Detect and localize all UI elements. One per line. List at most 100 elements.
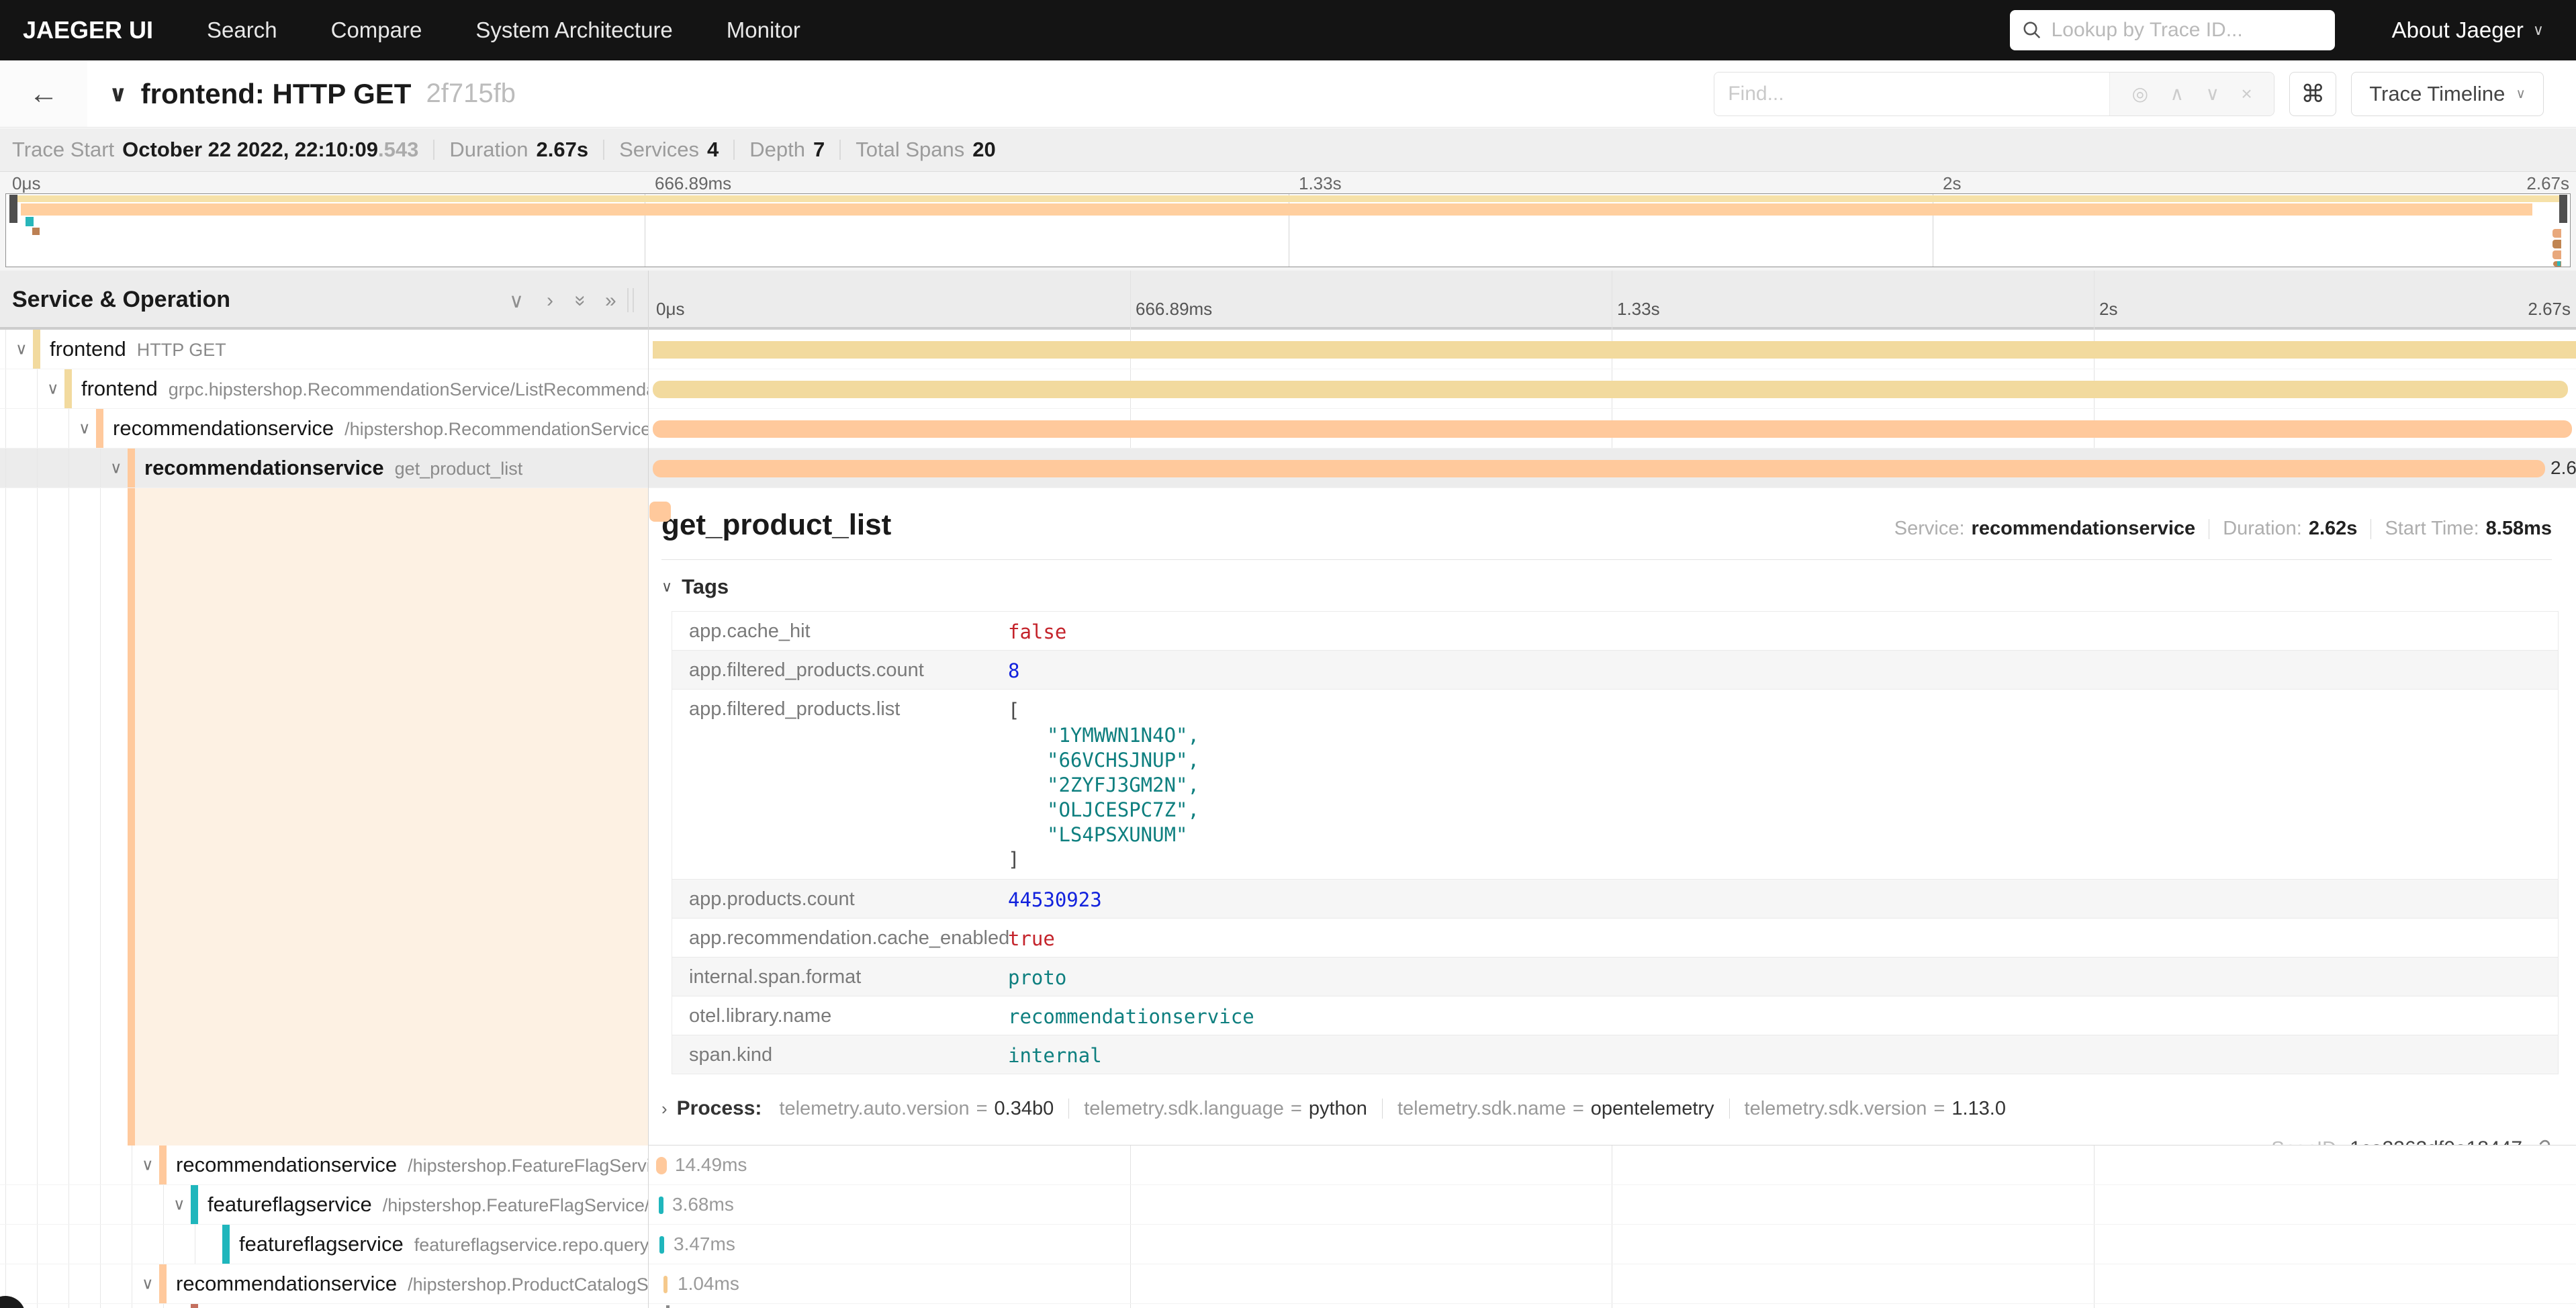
minimap-canvas[interactable] — [5, 193, 2571, 267]
nav-item-monitor[interactable]: Monitor — [727, 17, 800, 43]
span-row-featureflag-get[interactable]: ∨ featureflagservice /hipstershop.Featur… — [0, 1185, 2576, 1225]
find-input[interactable] — [1728, 83, 2096, 105]
span-duration-bar[interactable] — [659, 1197, 663, 1214]
back-arrow-icon: ← — [29, 77, 58, 111]
span-duration-bar[interactable] — [653, 341, 2576, 359]
tag-row: app.filtered_products.count 8 — [672, 650, 2558, 689]
app-brand[interactable]: JAEGER UI — [23, 16, 153, 44]
span-duration-bar[interactable] — [656, 1157, 667, 1174]
find-field[interactable] — [1714, 73, 2109, 115]
tag-value: 44530923 — [988, 880, 1102, 918]
back-button[interactable]: ← — [0, 60, 87, 127]
view-selector[interactable]: Trace Timeline ∨ — [2351, 72, 2544, 116]
clear-find-icon[interactable]: × — [2241, 83, 2252, 105]
span-duration-bar[interactable] — [653, 381, 2568, 398]
chevron-down-icon[interactable]: ∨ — [142, 1156, 154, 1175]
minimap-tick: 2.67s — [2526, 173, 2569, 194]
span-duration-bar[interactable] — [653, 460, 2545, 477]
span-color-bar — [96, 409, 103, 448]
collapse-all-icon[interactable]: » — [569, 295, 592, 307]
minimap-tick: 0μs — [12, 173, 40, 194]
collapse-one-icon[interactable]: ∨ — [509, 289, 524, 313]
span-row-product-catalog[interactable]: ∨ recommendationservice /hipstershop.Pro… — [0, 1264, 2576, 1304]
span-operation: grpc.hipstershop.RecommendationService/L… — [169, 379, 648, 400]
process-value: opentelemetry — [1591, 1098, 1714, 1120]
minimap-span-bar — [26, 217, 34, 226]
selected-span-expansion — [0, 488, 648, 1146]
expand-one-icon[interactable]: › — [547, 289, 553, 312]
trace-id-lookup[interactable] — [2010, 10, 2335, 50]
timeline-grid-header: Service & Operation ∨ › » » 0μs 666.89ms… — [0, 271, 2576, 330]
chevron-down-icon[interactable]: ∨ — [15, 340, 28, 359]
service-label: Service: — [1894, 518, 1965, 540]
column-resize-grip[interactable] — [627, 288, 634, 312]
command-icon: ⌘ — [2301, 80, 2325, 108]
process-key: telemetry.auto.version — [779, 1098, 969, 1120]
pane-divider[interactable] — [648, 271, 649, 1308]
nav-item-system-architecture[interactable]: System Architecture — [475, 17, 672, 43]
minimap-right-scrubber-handle[interactable] — [2559, 195, 2567, 223]
services-value: 4 — [707, 138, 719, 162]
divider — [661, 559, 2552, 560]
span-color-bar — [159, 1264, 167, 1303]
minimap-span-bar — [2552, 229, 2561, 238]
span-row-partial[interactable] — [0, 1304, 2576, 1308]
tags-section-toggle[interactable]: ∨ Tags — [661, 575, 2552, 599]
span-duration-bar[interactable] — [666, 1305, 670, 1308]
minimap-left-scrubber-handle[interactable] — [9, 195, 17, 223]
total-spans-label: Total Spans — [856, 138, 964, 162]
link-icon[interactable] — [2530, 1138, 2552, 1146]
span-color-bar — [159, 1146, 167, 1184]
next-match-icon[interactable]: ∨ — [2205, 83, 2219, 105]
span-color-bar — [191, 1304, 198, 1308]
nav-item-search[interactable]: Search — [207, 17, 277, 43]
tag-row: app.products.count 44530923 — [672, 879, 2558, 918]
duration-label: Duration — [449, 138, 528, 162]
tag-key: app.cache_hit — [672, 612, 988, 650]
tag-key: span.kind — [672, 1035, 988, 1074]
span-id-row: SpanID: 1ca2262df0e18447 — [661, 1137, 2552, 1146]
ruler-tick: 1.33s — [1617, 299, 1660, 320]
span-service: recommendationservice — [144, 456, 384, 480]
chevron-down-icon[interactable]: ∨ — [142, 1274, 154, 1294]
span-service: featureflagservice — [239, 1232, 404, 1256]
minimap-span-bar — [15, 195, 2565, 202]
collapse-trace-chevron-icon[interactable]: ∨ — [109, 81, 128, 107]
nav-item-compare[interactable]: Compare — [331, 17, 422, 43]
tag-row: app.filtered_products.list [ "1YMWWN1N4O… — [672, 689, 2558, 879]
span-row-get-product-list[interactable]: ∨ recommendationservice get_product_list… — [0, 449, 2576, 488]
span-operation: featureflagservice.repo.query:fe... — [414, 1235, 648, 1256]
process-section-toggle[interactable]: › Process: telemetry.auto.version=0.34b0… — [661, 1097, 2552, 1120]
span-color-bar — [191, 1185, 198, 1224]
span-duration-bar[interactable] — [659, 1236, 664, 1254]
prev-match-icon[interactable]: ∧ — [2170, 83, 2184, 105]
span-duration-label: 14.49ms — [675, 1154, 747, 1176]
span-duration-bar[interactable] — [653, 420, 2572, 438]
span-row-frontend-http-get[interactable]: ∨ frontend HTTP GET — [0, 330, 2576, 369]
keyboard-shortcuts-button[interactable]: ⌘ — [2289, 72, 2336, 116]
depth-label: Depth — [749, 138, 805, 162]
trace-toolbar: ← ∨ frontend: HTTP GET 2f715fb ◎ ∧ ∨ × ⌘… — [0, 60, 2576, 128]
find-controls: ◎ ∧ ∨ × — [2109, 73, 2274, 115]
tag-key: app.recommendation.cache_enabled — [672, 919, 988, 957]
chevron-down-icon[interactable]: ∨ — [173, 1195, 185, 1215]
about-jaeger-menu[interactable]: About Jaeger ∨ — [2392, 17, 2544, 43]
span-duration-bar[interactable] — [663, 1276, 668, 1293]
span-color-bar — [64, 369, 72, 408]
chevron-down-icon[interactable]: ∨ — [79, 419, 91, 438]
span-row-frontend-grpc[interactable]: ∨ frontend grpc.hipstershop.Recommendati… — [0, 369, 2576, 409]
chevron-down-icon[interactable]: ∨ — [110, 459, 122, 478]
minimap-tick: 2s — [1943, 173, 1961, 194]
span-service: frontend — [81, 377, 158, 401]
span-row-recommendation-list[interactable]: ∨ recommendationservice /hipstershop.Rec… — [0, 409, 2576, 449]
top-navbar: JAEGER UI Search Compare System Architec… — [0, 0, 2576, 60]
span-row-featureflag-repo-query[interactable]: featureflagservice featureflagservice.re… — [0, 1225, 2576, 1264]
span-color-chip — [649, 502, 671, 522]
chevron-down-icon[interactable]: ∨ — [47, 379, 59, 399]
focus-match-icon[interactable]: ◎ — [2132, 83, 2148, 105]
trace-id-lookup-input[interactable] — [2052, 19, 2323, 42]
span-row-featureflag-parent[interactable]: ∨ recommendationservice /hipstershop.Fea… — [0, 1146, 2576, 1185]
trace-minimap[interactable]: 0μs 666.89ms 1.33s 2s 2.67s — [0, 172, 2576, 271]
expand-all-icon[interactable]: » — [605, 289, 616, 312]
duration-value: 2.67s — [537, 138, 589, 162]
